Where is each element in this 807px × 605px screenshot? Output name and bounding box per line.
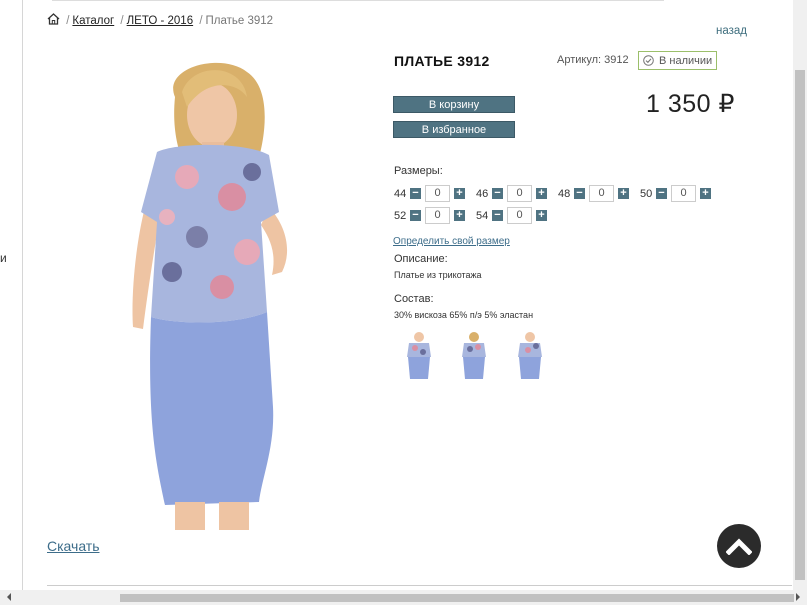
minus-icon[interactable]: −: [492, 210, 503, 221]
sizes-label: Размеры:: [394, 165, 443, 177]
minus-icon[interactable]: −: [410, 188, 421, 199]
quantity-input[interactable]: 0: [589, 185, 614, 202]
plus-icon[interactable]: +: [454, 210, 465, 221]
size-stepper-50: 50 − 0 +: [640, 185, 713, 202]
chevron-up-icon: [726, 538, 752, 555]
plus-icon[interactable]: +: [700, 188, 711, 199]
size-stepper-44: 44 − 0 +: [394, 185, 467, 202]
check-circle-icon: [643, 55, 654, 66]
plus-icon[interactable]: +: [536, 188, 547, 199]
thumbnail-1[interactable]: [396, 331, 442, 379]
scroll-to-top-button[interactable]: [717, 524, 761, 568]
back-link[interactable]: назад: [716, 25, 747, 37]
quantity-input[interactable]: 0: [425, 207, 450, 224]
size-number: 44: [394, 187, 407, 200]
plus-icon[interactable]: +: [536, 210, 547, 221]
minus-icon[interactable]: −: [492, 188, 503, 199]
size-number: 46: [476, 187, 489, 200]
bottom-divider: [47, 585, 792, 586]
breadcrumb-current: Платье 3912: [205, 15, 274, 27]
breadcrumb-summer-2016[interactable]: ЛЕТО - 2016: [127, 15, 193, 27]
article-number: Артикул: 3912: [557, 54, 629, 66]
size-stepper-52: 52 − 0 +: [394, 207, 467, 224]
size-stepper-46: 46 − 0 +: [476, 185, 549, 202]
size-stepper-54: 54 − 0 +: [476, 207, 549, 224]
minus-icon[interactable]: −: [574, 188, 585, 199]
quantity-input[interactable]: 0: [425, 185, 450, 202]
thumbnail-3[interactable]: [507, 331, 553, 379]
size-number: 52: [394, 209, 407, 222]
description-text: Платье из трикотажа: [394, 270, 482, 280]
scroll-right-arrow-icon[interactable]: [796, 593, 804, 601]
add-to-cart-button[interactable]: В корзину: [393, 96, 515, 113]
horizontal-scrollbar-thumb[interactable]: [120, 594, 794, 602]
product-title: ПЛАТЬЕ 3912: [394, 53, 490, 69]
size-number: 48: [558, 187, 571, 200]
breadcrumb: / Каталог / ЛЕТО - 2016 /Платье 3912: [47, 13, 273, 27]
quantity-input[interactable]: 0: [507, 207, 532, 224]
left-panel-border: [22, 0, 23, 590]
minus-icon[interactable]: −: [656, 188, 667, 199]
thumbnail-2[interactable]: [452, 331, 498, 379]
scroll-left-arrow-icon[interactable]: [3, 593, 11, 601]
stock-text: В наличии: [659, 54, 713, 67]
composition-text: 30% вискоза 65% п/э 5% эластан: [394, 310, 534, 320]
product-photo[interactable]: [47, 47, 370, 530]
download-link[interactable]: Скачать: [47, 538, 100, 554]
description-label: Описание:: [394, 253, 448, 265]
breadcrumb-catalog[interactable]: Каталог: [72, 15, 114, 27]
size-stepper-48: 48 − 0 +: [558, 185, 631, 202]
plus-icon[interactable]: +: [618, 188, 629, 199]
add-to-favorites-button[interactable]: В избранное: [393, 121, 515, 138]
size-number: 50: [640, 187, 653, 200]
plus-icon[interactable]: +: [454, 188, 465, 199]
home-icon[interactable]: [47, 13, 60, 25]
composition-label: Состав:: [394, 293, 434, 305]
quantity-input[interactable]: 0: [507, 185, 532, 202]
quantity-input[interactable]: 0: [671, 185, 696, 202]
vertical-scrollbar-thumb[interactable]: [795, 70, 805, 580]
size-guide-link[interactable]: Определить свой размер: [393, 236, 510, 247]
price: 1 350 ₽: [646, 90, 735, 118]
stock-badge: В наличии: [638, 51, 717, 70]
minus-icon[interactable]: −: [410, 210, 421, 221]
top-divider: [52, 0, 664, 1]
size-number: 54: [476, 209, 489, 222]
left-panel-edge-text: и: [0, 251, 7, 265]
